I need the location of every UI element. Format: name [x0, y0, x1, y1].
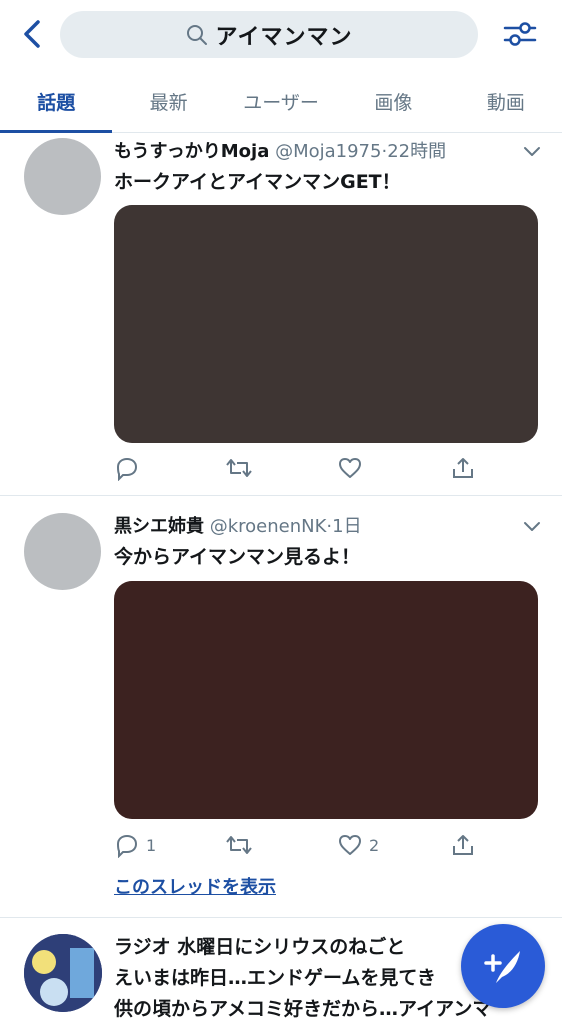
like-button[interactable] — [337, 453, 369, 483]
chevron-down-icon[interactable] — [520, 139, 544, 163]
heart-icon — [339, 458, 361, 478]
share-button[interactable] — [450, 453, 476, 483]
tab-images[interactable]: 画像 — [337, 70, 449, 132]
retweet-button[interactable] — [224, 453, 254, 483]
sliders-icon — [503, 22, 537, 46]
tab-top[interactable]: 話題 — [0, 70, 113, 133]
feather-plus-icon — [484, 951, 520, 983]
reply-icon — [116, 457, 138, 481]
search-input[interactable]: アイマンマン — [60, 11, 478, 58]
like-button[interactable]: 2 — [337, 830, 379, 860]
search-query: アイマンマン — [215, 24, 353, 50]
heart-icon — [339, 835, 361, 855]
tweet-text: ホークアイとアイマンマンGET！ — [114, 171, 401, 193]
tweet-author-name[interactable]: 黒シエ姉貴 — [114, 516, 204, 537]
tweet-actions — [114, 453, 484, 483]
tweet-actions: 1 2 — [114, 830, 484, 860]
tweet[interactable]: 黒シエ姉貴 @kroenenNK·1日 今からアイマンマン見るよ！ 1 2 この… — [0, 496, 562, 918]
chevron-left-icon — [24, 20, 40, 48]
share-icon — [453, 458, 473, 478]
avatar[interactable] — [24, 934, 102, 1012]
tweet-time: 22時間 — [387, 141, 447, 162]
tweet-header: もうすっかりMoja @Moja1975·22時間 — [114, 141, 447, 162]
tab-videos[interactable]: 動画 — [450, 70, 562, 132]
tweet[interactable]: もうすっかりMoja @Moja1975·22時間 ホークアイとアイマンマンGE… — [0, 133, 562, 496]
filter-button[interactable] — [498, 14, 542, 54]
reply-button[interactable] — [114, 453, 146, 483]
show-thread-link[interactable]: このスレッドを表示 — [114, 873, 276, 899]
tweet-media[interactable] — [114, 205, 538, 443]
tweet-time: 1日 — [332, 516, 362, 537]
reply-button[interactable]: 1 — [114, 830, 156, 860]
back-button[interactable] — [14, 14, 50, 54]
tab-latest[interactable]: 最新 — [112, 70, 224, 132]
avatar[interactable] — [24, 513, 101, 590]
avatar-image — [24, 934, 102, 1012]
search-tabs: 話題 最新 ユーザー 画像 動画 — [0, 70, 562, 133]
tweet-media[interactable] — [114, 581, 538, 819]
tweet-text: 今からアイマンマン見るよ！ — [114, 546, 361, 568]
tweet-header: 黒シエ姉貴 @kroenenNK·1日 — [114, 516, 362, 537]
reply-icon — [116, 834, 138, 858]
chevron-down-icon[interactable] — [520, 514, 544, 538]
retweet-icon — [226, 836, 252, 854]
retweet-button[interactable] — [224, 830, 254, 860]
share-button[interactable] — [450, 830, 476, 860]
tab-users[interactable]: ユーザー — [225, 70, 337, 132]
avatar[interactable] — [24, 138, 101, 215]
retweet-icon — [226, 459, 252, 477]
search-icon — [186, 24, 207, 45]
share-icon — [453, 835, 473, 855]
header: アイマンマン — [0, 0, 562, 70]
compose-tweet-button[interactable] — [461, 924, 545, 1008]
tweet-author-name[interactable]: もうすっかりMoja — [114, 141, 269, 162]
reply-count: 1 — [146, 835, 157, 855]
tweet-author-handle: @kroenenNK — [209, 516, 327, 537]
like-count: 2 — [369, 835, 380, 855]
tweet-author-handle: @Moja1975 — [275, 141, 382, 162]
